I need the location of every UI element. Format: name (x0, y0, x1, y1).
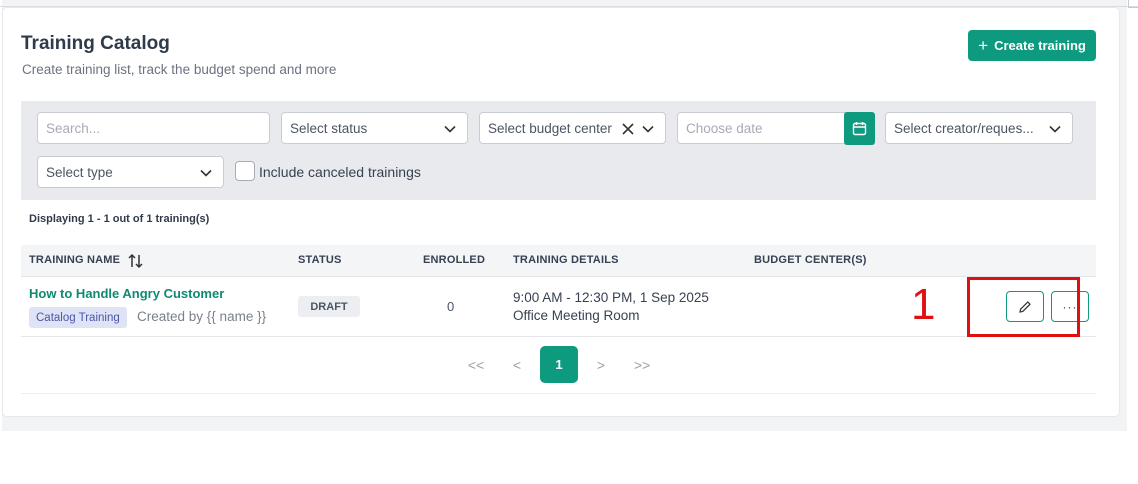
create-training-button[interactable]: + Create training (968, 30, 1096, 61)
status-select[interactable]: Select status (281, 112, 468, 144)
chevron-down-icon (444, 125, 456, 133)
column-header-enrolled: ENROLLED (423, 254, 486, 266)
type-select[interactable]: Select type (37, 156, 224, 188)
date-input[interactable]: Choose date (677, 112, 847, 144)
annotation-number: 1 (911, 280, 936, 329)
page-subtitle: Create training list, track the budget s… (22, 62, 337, 77)
top-divider (0, 6, 1138, 7)
column-header-training-name[interactable]: TRAINING NAME (29, 254, 120, 266)
training-location: Office Meeting Room (513, 308, 640, 323)
page-title: Training Catalog (21, 33, 170, 54)
pagination-prev[interactable]: < (506, 346, 528, 383)
pagination-next[interactable]: > (590, 346, 612, 383)
include-canceled-label[interactable]: Include canceled trainings (259, 164, 421, 180)
pagination-last[interactable]: >> (628, 346, 656, 383)
status-select-label: Select status (290, 120, 368, 136)
status-badge: DRAFT (298, 296, 360, 317)
include-canceled-checkbox[interactable] (235, 161, 255, 181)
creator-select[interactable]: Select creator/reques... (885, 112, 1073, 144)
column-header-budget-centers: BUDGET CENTER(S) (754, 254, 867, 266)
card-bottom-divider (21, 393, 1096, 394)
plus-icon: + (978, 36, 989, 55)
sort-icon[interactable] (127, 252, 145, 270)
chevron-down-icon (642, 125, 654, 133)
column-header-training-details: TRAINING DETAILS (513, 254, 619, 266)
budget-center-select-label: Select budget center (488, 120, 612, 136)
annotation-highlight-box (967, 277, 1080, 337)
search-input[interactable]: Search... (37, 112, 270, 144)
display-count: Displaying 1 - 1 out of 1 training(s) (29, 213, 210, 225)
enrolled-count: 0 (447, 299, 455, 314)
creator-select-label: Select creator/reques... (894, 120, 1034, 136)
column-header-status: STATUS (298, 254, 342, 266)
date-placeholder: Choose date (686, 120, 763, 136)
pagination-page-1[interactable]: 1 (540, 346, 578, 383)
type-select-label: Select type (46, 164, 113, 180)
search-placeholder: Search... (46, 120, 101, 136)
chevron-down-icon (1049, 125, 1061, 133)
created-by-text: Created by {{ name }} (137, 309, 267, 324)
row-divider (21, 336, 1096, 337)
pagination-first[interactable]: << (462, 346, 490, 383)
budget-center-select[interactable]: Select budget center (479, 112, 666, 144)
clear-icon[interactable] (621, 122, 635, 136)
training-type-tag: Catalog Training (29, 307, 127, 328)
training-name-link[interactable]: How to Handle Angry Customer (29, 286, 224, 301)
calendar-button[interactable] (844, 112, 875, 145)
chevron-down-icon (200, 169, 212, 177)
calendar-icon (852, 122, 867, 136)
training-time: 9:00 AM - 12:30 PM, 1 Sep 2025 (513, 290, 709, 305)
create-training-label: Create training (994, 38, 1086, 53)
corner-divider (1128, 0, 1138, 8)
